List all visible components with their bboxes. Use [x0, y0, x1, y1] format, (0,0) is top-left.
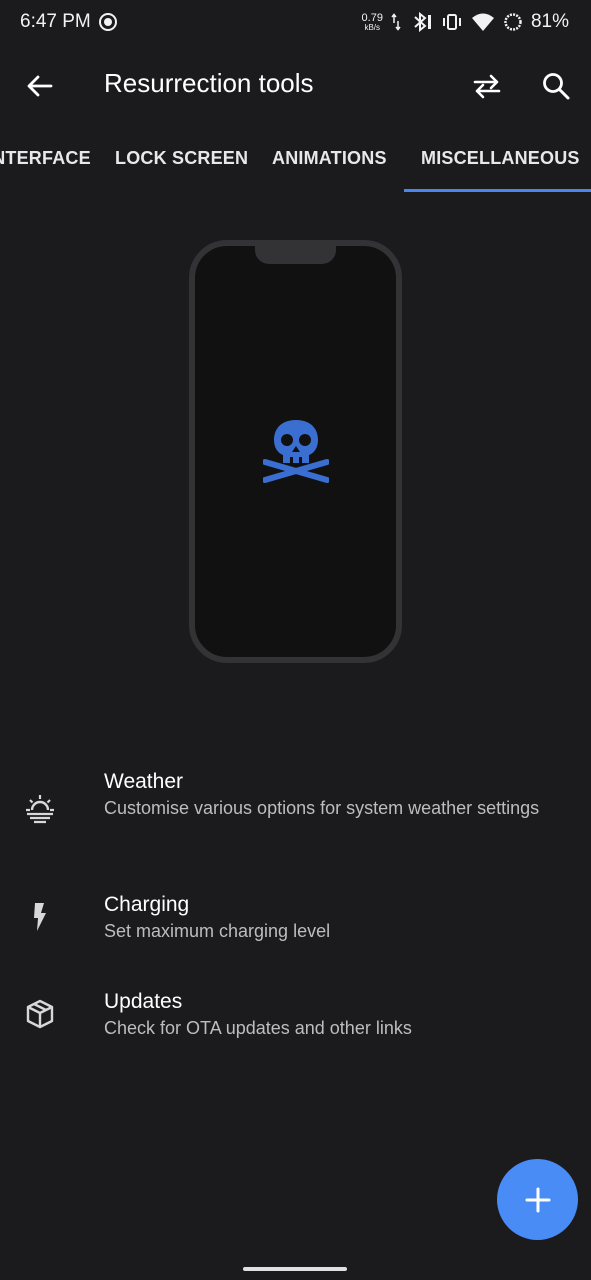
- app-bar: Resurrection tools: [0, 44, 591, 124]
- page-title: Resurrection tools: [104, 68, 314, 98]
- list-item-charging[interactable]: Charging Set maximum charging level: [0, 880, 591, 960]
- phone-notch: [255, 244, 336, 264]
- screen-record-icon: [98, 13, 117, 31]
- list-item-weather[interactable]: Weather Customise various options for sy…: [0, 760, 591, 860]
- search-button[interactable]: [540, 70, 572, 102]
- add-fab-button[interactable]: [497, 1159, 578, 1240]
- list-item-updates[interactable]: Updates Check for OTA updates and other …: [0, 978, 591, 1058]
- search-icon: [543, 73, 570, 100]
- tab-selected-indicator: [404, 189, 591, 192]
- package-icon: [26, 999, 54, 1029]
- list-item-subtitle: Check for OTA updates and other links: [104, 1018, 412, 1038]
- phone-illustration: [189, 240, 402, 663]
- list-item-subtitle: Customise various options for system wea…: [104, 798, 540, 818]
- tab-lock-screen[interactable]: LOCK SCREEN: [115, 148, 248, 169]
- tab-animations[interactable]: ANIMATIONS: [272, 148, 387, 169]
- bluetooth-icon: [409, 12, 433, 32]
- tab-bar: INTERFACE LOCK SCREEN ANIMATIONS MISCELL…: [0, 124, 591, 192]
- skull-crossbones-icon: [263, 420, 329, 483]
- battery-ring-icon: [503, 12, 523, 32]
- tab-miscellaneous[interactable]: MISCELLANEOUS: [421, 148, 580, 169]
- list-item-title: Weather: [104, 770, 183, 793]
- battery-percent: 81%: [530, 11, 569, 32]
- list-item-title: Charging: [104, 893, 190, 916]
- network-speed-unit: kB/s: [364, 22, 381, 32]
- data-transfer-icon: [391, 13, 401, 31]
- vibrate-icon: [441, 12, 463, 32]
- swap-button[interactable]: [471, 70, 503, 102]
- list-item-subtitle: Set maximum charging level: [104, 921, 331, 941]
- status-bar: 6:47 PM 0.79 kB/s 81%: [0, 0, 591, 44]
- gesture-nav-handle[interactable]: [243, 1267, 347, 1271]
- plus-icon: [525, 1187, 550, 1212]
- back-arrow-icon: [27, 75, 53, 97]
- flash-icon: [34, 903, 46, 931]
- swap-icon: [473, 74, 501, 99]
- tab-interface[interactable]: INTERFACE: [0, 148, 91, 169]
- weather-icon: [26, 795, 54, 824]
- status-time: 6:47 PM: [20, 11, 91, 32]
- wifi-icon: [471, 12, 495, 32]
- network-speed-value: 0.79: [361, 11, 383, 24]
- network-speed: 0.79 kB/s: [361, 11, 383, 32]
- list-item-title: Updates: [104, 990, 183, 1013]
- back-button[interactable]: [24, 70, 56, 102]
